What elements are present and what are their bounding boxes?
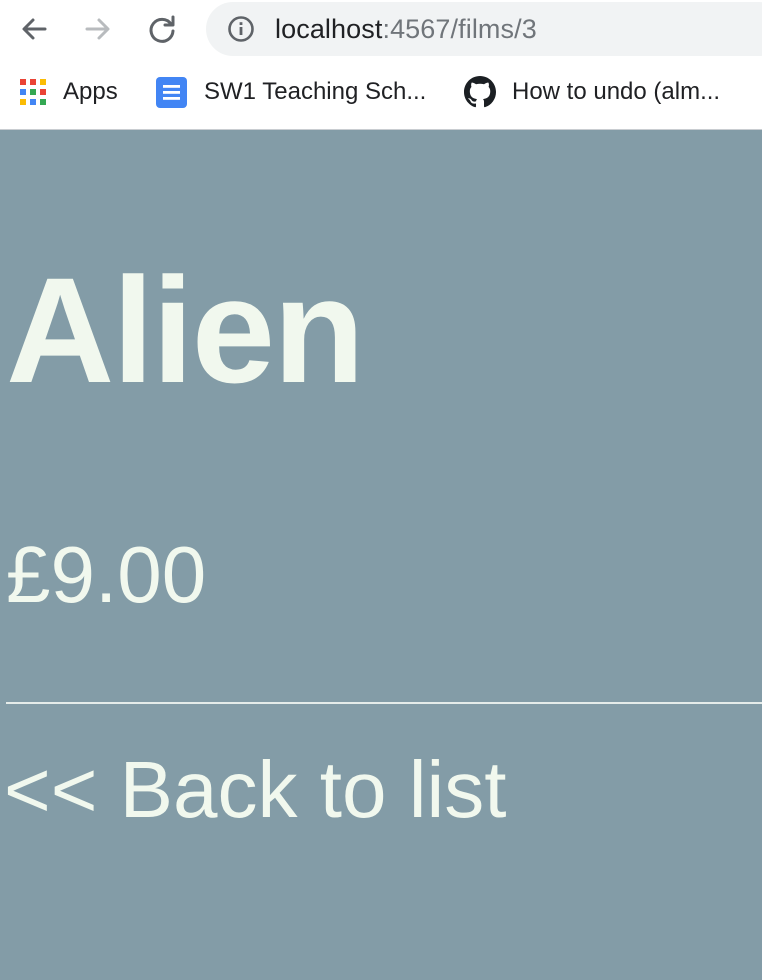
horizontal-divider	[6, 702, 762, 704]
github-icon	[464, 76, 496, 108]
arrow-right-icon	[85, 18, 110, 40]
browser-toolbar: localhost:4567/films/3	[0, 0, 762, 58]
address-bar[interactable]: localhost:4567/films/3	[206, 2, 762, 56]
browser-chrome: localhost:4567/films/3 Apps SW1 Teaching…	[0, 0, 762, 130]
apps-grid-icon	[20, 78, 47, 106]
forward-button[interactable]	[80, 11, 116, 47]
reload-button[interactable]	[144, 11, 180, 47]
bookmark-apps[interactable]: Apps	[20, 68, 118, 116]
bookmark-sw1-teaching[interactable]: SW1 Teaching Sch...	[155, 68, 426, 116]
url-text[interactable]: localhost:4567/films/3	[275, 13, 537, 45]
bookmark-label: SW1 Teaching Sch...	[204, 78, 427, 105]
arrow-left-icon	[22, 18, 47, 40]
bookmark-how-to-undo[interactable]: How to undo (alm...	[464, 68, 720, 116]
url-host: localhost	[275, 14, 383, 44]
url-path: :4567/films/3	[382, 14, 537, 44]
bookmark-label: Apps	[63, 78, 118, 105]
google-docs-icon	[156, 76, 187, 108]
page-content: Alien £9.00 << Back to list	[0, 130, 762, 980]
film-price: £9.00	[6, 530, 207, 619]
bookmarks-bar: Apps SW1 Teaching Sch... How to undo (al…	[0, 68, 762, 116]
back-to-list-link[interactable]: << Back to list	[4, 742, 506, 838]
film-title: Alien	[6, 246, 365, 414]
reload-icon	[149, 15, 175, 43]
bookmark-label: How to undo (alm...	[512, 78, 721, 105]
info-icon[interactable]	[227, 15, 255, 43]
back-button[interactable]	[16, 11, 52, 47]
